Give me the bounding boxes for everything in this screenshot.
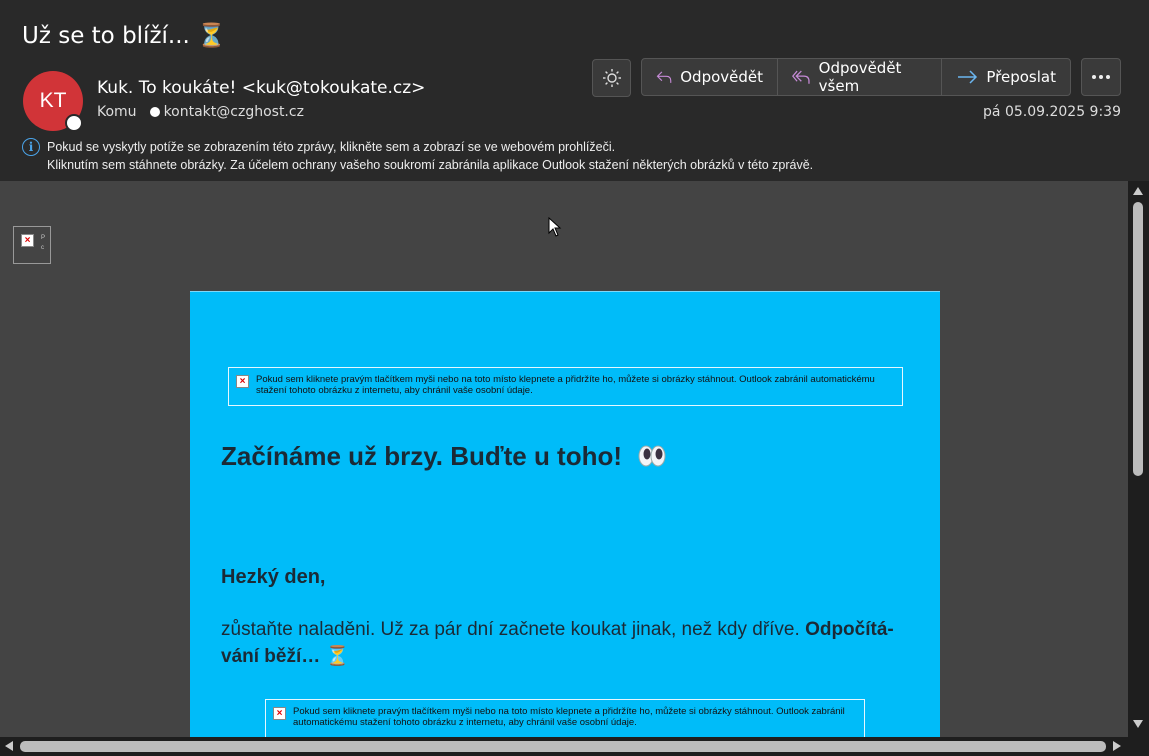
intro-paragraph: zůstaňte naladěni. Už za pár dní začnete… [221,616,921,670]
vertical-scroll-thumb[interactable] [1133,202,1143,476]
forward-icon [958,70,978,84]
intro-paragraph-text: zůstaňte naladěni. Už za pár dní začnete… [221,619,806,640]
scroll-down-icon[interactable] [1133,720,1143,728]
recipient-address[interactable]: kontakt@czghost.cz [164,104,304,120]
reply-label: Odpovědět [680,68,763,86]
info-line-download-images[interactable]: Kliknutím sem stáhnete obrázky. Za účele… [47,156,813,174]
sun-icon [602,69,621,87]
mouse-cursor-icon [548,217,562,237]
broken-image-icon: × [21,234,34,247]
blocked-image-small[interactable]: × Pc [13,226,51,264]
scroll-right-icon[interactable] [1113,741,1121,751]
scrollbar-corner [1128,737,1149,756]
info-bar[interactable]: i Pokud se vyskytly potíže se zobrazením… [22,138,813,174]
forward-button[interactable]: Přeposlat [942,59,1070,95]
more-icon [1092,75,1110,79]
email-content-card: × Pokud sem kliknete pravým tlačítkem my… [190,291,940,737]
avatar-initials: KT [39,89,67,112]
blocked-image-text: Pokud sem kliknete pravým tlačítkem myši… [256,374,875,396]
message-header: Už se to blíží... ⏳ KT Kuk. To koukáte! … [0,0,1149,181]
info-icon: i [22,138,40,156]
reply-button[interactable]: Odpovědět [642,59,778,95]
blocked-image-small-text: Pc [41,235,46,251]
scroll-up-icon[interactable] [1133,187,1143,195]
horizontal-scroll-thumb[interactable] [20,741,1106,752]
reply-all-icon [792,70,810,84]
blocked-image-banner[interactable]: × Pokud sem kliknete pravým tlačítkem my… [228,367,903,406]
scroll-left-icon[interactable] [5,741,13,751]
info-line-view-in-browser[interactable]: Pokud se vyskytly potíže se zobrazením t… [47,138,813,156]
message-subject: Už se to blíží... ⏳ [22,23,226,49]
eyes-icon [638,445,666,467]
email-heading-text: Začínáme už brzy. Buďte u toho! [221,441,623,471]
horizontal-scrollbar[interactable] [0,737,1128,756]
forward-label: Přeposlat [986,68,1056,86]
presence-status [65,114,83,132]
reply-all-button[interactable]: Odpovědět všem [778,59,943,95]
recipient-presence-icon [149,107,160,117]
greeting: Hezký den, [221,566,326,588]
reply-all-label: Odpovědět všem [818,59,902,95]
email-heading: Začínáme už brzy. Buďte u toho! [221,441,667,472]
recipient-row: Komu kontakt@czghost.cz [97,104,304,120]
message-date: pá 05.09.2025 9:39 [983,104,1121,120]
sender-name[interactable]: Kuk. To koukáte! <kuk@tokoukate.cz> [97,78,425,98]
blocked-image-text: Pokud sem kliknete pravým tlačítkem myši… [293,706,845,728]
to-label: Komu [97,104,137,120]
reply-icon [656,71,672,83]
more-actions-button[interactable] [1081,58,1121,96]
broken-image-icon: × [236,375,249,388]
broken-image-icon: × [273,707,286,720]
blocked-image-second[interactable]: × Pokud sem kliknete pravým tlačítkem my… [265,699,865,737]
vertical-scrollbar[interactable] [1128,181,1149,737]
message-body: × Pc × Pokud sem kliknete pravým tlačítk… [0,181,1128,737]
reply-button-group: Odpovědět Odpovědět všem Přeposlat [641,58,1071,96]
theme-toggle-button[interactable] [592,59,631,97]
